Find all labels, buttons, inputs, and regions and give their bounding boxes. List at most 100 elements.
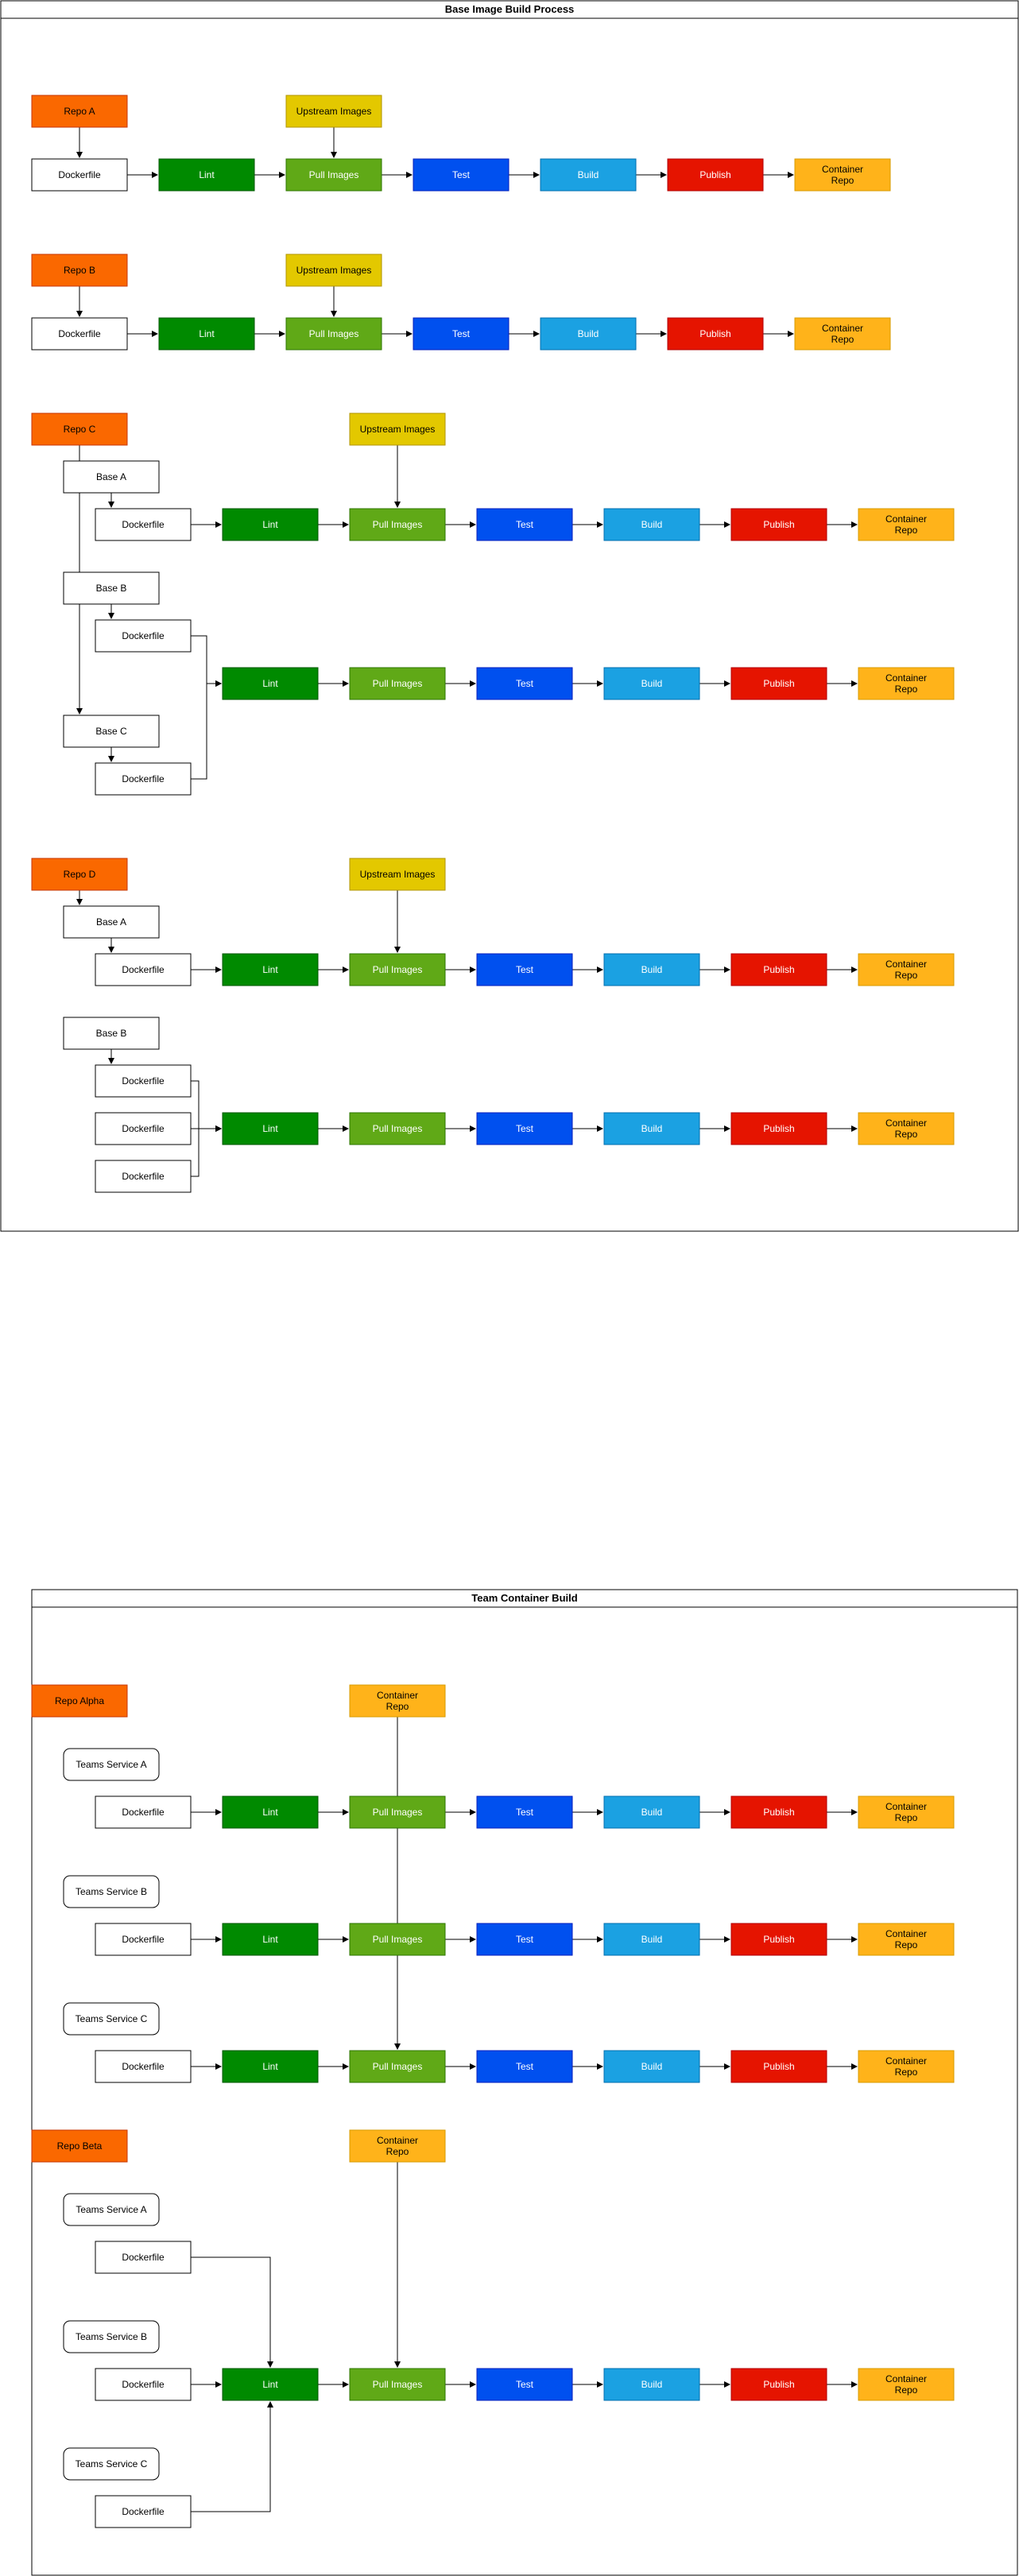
dockerfile-alpha-a: Dockerfile — [95, 1795, 192, 1829]
base-c-c-label: Base C — [95, 726, 127, 737]
row-d1-lint-step-label: Lint — [262, 964, 278, 975]
dockerfile-beta-b: Dockerfile — [95, 2368, 192, 2401]
row-alpha-b-container-repo: ContainerRepo — [858, 1923, 955, 1956]
row-beta-container-repo-label: Repo — [895, 2384, 918, 2396]
dockerfile-c-base-a: Dockerfile — [95, 508, 192, 541]
row-b-container-repo: ContainerRepo — [794, 317, 891, 351]
row-alpha-c-container-repo-label: Repo — [895, 2067, 918, 2078]
dockerfile-d-b2: Dockerfile — [95, 1112, 192, 1145]
teams-beta-b-service: Teams Service B — [63, 2320, 160, 2353]
dockerfile-c-base-c: Dockerfile — [95, 762, 192, 796]
dockerfile-alpha-b-label: Dockerfile — [122, 1934, 165, 1945]
row-a-publish-step-label: Publish — [699, 169, 730, 180]
container-repo-alpha-source-label: Container — [377, 1690, 418, 1701]
row-alpha-a-publish-step-label: Publish — [763, 1807, 794, 1818]
teams-beta-b-service-label: Teams Service B — [76, 2331, 147, 2342]
row-alpha-b-container-repo-label: Container — [885, 1928, 927, 1939]
teams-alpha-a-service-label: Teams Service A — [76, 1759, 146, 1770]
dockerfile-d-b1-label: Dockerfile — [122, 1075, 165, 1087]
row-c1-lint-step-label: Lint — [262, 519, 278, 530]
row-alpha-c-build-step-label: Build — [641, 2061, 663, 2072]
row-alpha-a-build-step: Build — [603, 1795, 700, 1829]
row-b-container-repo-label: Repo — [831, 334, 854, 345]
row-a-container-repo-label: Container — [822, 164, 863, 175]
dockerfile-d-b3: Dockerfile — [95, 1160, 192, 1193]
row-c1-build-step: Build — [603, 508, 700, 541]
row-d2-lint-step-label: Lint — [262, 1123, 278, 1134]
base-b-c-label: Base B — [96, 583, 127, 594]
teams-beta-a-service: Teams Service A — [63, 2193, 160, 2226]
upstream-images-a-label: Upstream Images — [296, 106, 372, 117]
row-alpha-b-lint-step: Lint — [222, 1923, 319, 1956]
upstream-images-a: Upstream Images — [285, 95, 382, 128]
repo-d: Repo D — [31, 858, 128, 891]
row-c2-publish-step-label: Publish — [763, 678, 794, 689]
row-c1-publish-step: Publish — [730, 508, 827, 541]
row-c1-publish-step-label: Publish — [763, 519, 794, 530]
row-beta-lint-step-label: Lint — [262, 2379, 278, 2390]
row-a-test-step: Test — [413, 158, 510, 192]
teams-beta-c-service: Teams Service C — [63, 2447, 160, 2481]
base-a-c: Base A — [63, 460, 160, 494]
dockerfile-beta-c-label: Dockerfile — [122, 2506, 165, 2517]
row-d2-publish-step: Publish — [730, 1112, 827, 1145]
row-c2-pull-step: Pull Images — [349, 667, 446, 700]
row-alpha-b-build-step: Build — [603, 1923, 700, 1956]
row-d2-container-repo-label: Container — [885, 1118, 927, 1129]
teams-alpha-b-service: Teams Service B — [63, 1875, 160, 1908]
container-repo-beta-source: ContainerRepo — [349, 2129, 446, 2163]
row-a-build-step-label: Build — [578, 169, 599, 180]
upstream-images-c-label: Upstream Images — [360, 424, 436, 435]
upstream-images-b: Upstream Images — [285, 254, 382, 287]
repo-c: Repo C — [31, 413, 128, 446]
row-d1-publish-step-label: Publish — [763, 964, 794, 975]
row-alpha-a-container-repo-label: Container — [885, 1801, 927, 1812]
row-b-container-repo-label: Container — [822, 323, 863, 334]
row-beta-test-step: Test — [476, 2368, 573, 2401]
row-alpha-a-test-step-label: Test — [516, 1807, 534, 1818]
row-alpha-a-lint-step-label: Lint — [262, 1807, 278, 1818]
row-d1-container-repo: ContainerRepo — [858, 953, 955, 986]
dockerfile-beta-c: Dockerfile — [95, 2495, 192, 2528]
teams-beta-c-service-label: Teams Service C — [76, 2458, 148, 2469]
row-alpha-c-pull-step-label: Pull Images — [373, 2061, 423, 2072]
row-d2-test-step: Test — [476, 1112, 573, 1145]
row-a-pull-step-label: Pull Images — [309, 169, 359, 180]
row-b-test-step: Test — [413, 317, 510, 351]
row-d2-publish-step-label: Publish — [763, 1123, 794, 1134]
row-alpha-b-pull-step: Pull Images — [349, 1923, 446, 1956]
row-c1-test-step-label: Test — [516, 519, 534, 530]
row-c2-container-repo-label: Repo — [895, 684, 918, 695]
row-c2-pull-step-label: Pull Images — [373, 678, 423, 689]
row-a-container-repo-label: Repo — [831, 175, 854, 186]
row-beta-container-repo: ContainerRepo — [858, 2368, 955, 2401]
row-c2-test-step: Test — [476, 667, 573, 700]
teams-alpha-a-service: Teams Service A — [63, 1748, 160, 1781]
row-alpha-c-pull-step: Pull Images — [349, 2050, 446, 2083]
row-d1-pull-step: Pull Images — [349, 953, 446, 986]
base-a-d: Base A — [63, 905, 160, 939]
row-c2-build-step-label: Build — [641, 678, 663, 689]
row-c2-lint-step-label: Lint — [262, 678, 278, 689]
row-beta-container-repo-label: Container — [885, 2373, 927, 2384]
repo-alpha: Repo Alpha — [31, 1684, 128, 1718]
row-alpha-a-container-repo-label: Repo — [895, 1812, 918, 1823]
row-d1-container-repo-label: Repo — [895, 970, 918, 981]
row-c2-container-repo: ContainerRepo — [858, 667, 955, 700]
row-b-lint-step: Lint — [158, 317, 255, 351]
container-repo-beta-source-label: Container — [377, 2135, 418, 2146]
row-alpha-b-publish-step: Publish — [730, 1923, 827, 1956]
dockerfile-b: Dockerfile — [31, 317, 128, 351]
row-c1-container-repo-label: Repo — [895, 525, 918, 536]
row-beta-pull-step-label: Pull Images — [373, 2379, 423, 2390]
row-beta-test-step-label: Test — [516, 2379, 534, 2390]
row-d1-build-step-label: Build — [641, 964, 663, 975]
row-b-publish-step: Publish — [667, 317, 764, 351]
row-alpha-c-test-step-label: Test — [516, 2061, 534, 2072]
row-alpha-a-pull-step: Pull Images — [349, 1795, 446, 1829]
teams-alpha-c-service-label: Teams Service C — [76, 2013, 148, 2024]
row-c1-lint-step: Lint — [222, 508, 319, 541]
build-process-diagram: Base Image Build Process Team Container … — [0, 0, 1019, 2576]
row-c1-container-repo-label: Container — [885, 513, 927, 525]
row-c1-container-repo: ContainerRepo — [858, 508, 955, 541]
